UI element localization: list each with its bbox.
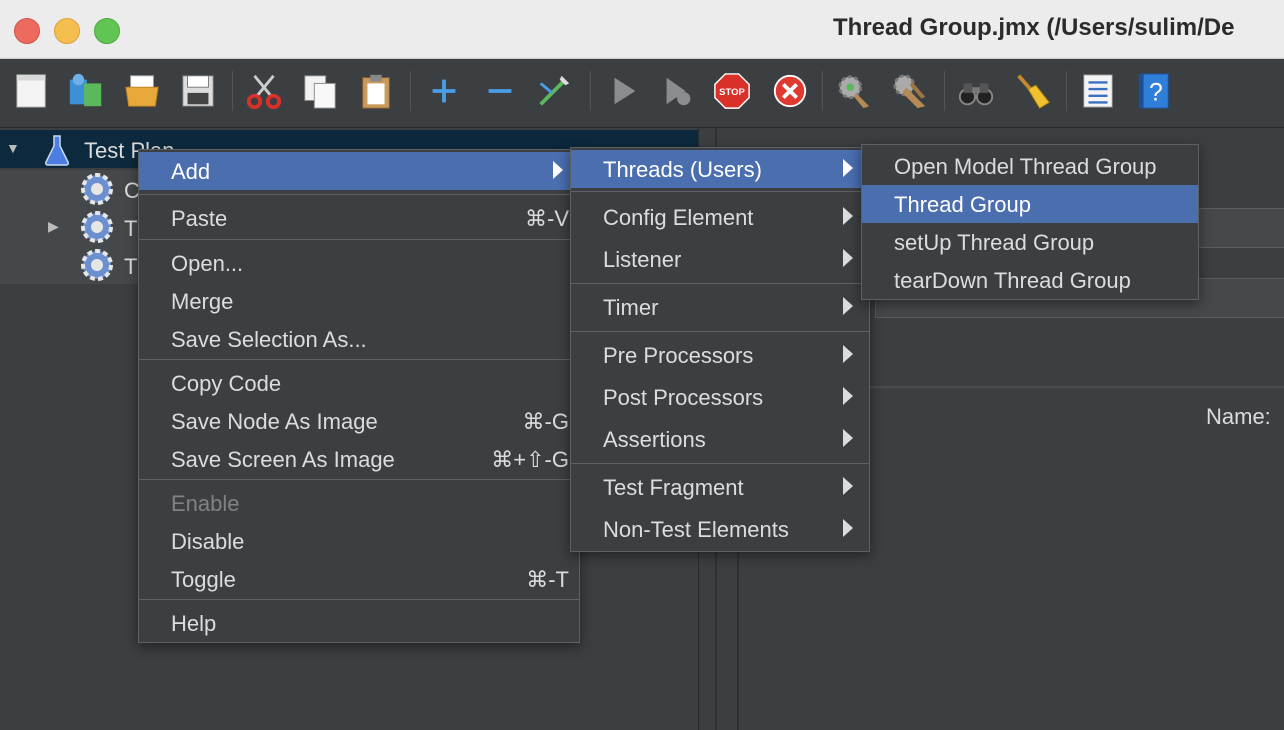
minimize-window-button[interactable] [54, 18, 80, 44]
submenu-item-threads-users[interactable]: Threads (Users) [571, 150, 869, 188]
toggle-icon[interactable] [534, 69, 574, 113]
submenu-item-config-element[interactable]: Config Element [571, 198, 869, 236]
expand-arrow-icon[interactable]: ▶ [48, 218, 59, 235]
menu-item-copy-code[interactable]: Copy Code [139, 364, 579, 402]
stop-icon[interactable]: STOP [712, 69, 752, 113]
clear-icon[interactable] [834, 69, 874, 113]
gear-icon [81, 211, 113, 243]
tree-label: T [124, 254, 138, 279]
menu-item-disable[interactable]: Disable [139, 522, 579, 560]
name-label: Name: [1206, 404, 1271, 429]
window-title-bar: Thread Group.jmx (/Users/sulim/De [0, 0, 1284, 59]
submenu-item-pre-processors[interactable]: Pre Processors [571, 336, 869, 374]
window-title: Thread Group.jmx (/Users/sulim/De [833, 14, 1235, 41]
submenu-item-listener[interactable]: Listener [571, 240, 869, 278]
start-no-pauses-icon[interactable] [658, 69, 698, 113]
collapse-all-icon[interactable] [480, 69, 520, 113]
templates-icon[interactable] [66, 69, 106, 113]
tree-label: T [124, 216, 138, 241]
menu-item-add[interactable]: Add [139, 152, 579, 190]
open-folder-icon[interactable] [122, 69, 162, 113]
start-icon[interactable] [604, 69, 644, 113]
submenu-item-setup-thread-group[interactable]: setUp Thread Group [862, 223, 1198, 261]
context-menu: Add Paste ⌘-V Open... Merge Save Selectio… [138, 149, 580, 643]
threads-submenu: Open Model Thread Group Thread Group set… [861, 144, 1199, 300]
menu-item-merge[interactable]: Merge [139, 282, 579, 320]
search-binoculars-icon[interactable] [956, 69, 996, 113]
function-helper-icon[interactable] [1078, 69, 1118, 113]
submenu-item-teardown-thread-group[interactable]: tearDown Thread Group [862, 261, 1198, 299]
test-plan-flask-icon [45, 135, 69, 166]
copy-icon[interactable] [300, 69, 340, 113]
menu-item-enable: Enable [171, 491, 240, 516]
submenu-item-open-model-thread-group[interactable]: Open Model Thread Group [862, 147, 1198, 185]
clear-all-icon[interactable] [890, 69, 930, 113]
submenu-item-test-fragment[interactable]: Test Fragment [571, 468, 869, 506]
submenu-item-post-processors[interactable]: Post Processors [571, 378, 869, 416]
submenu-item-timer[interactable]: Timer [571, 288, 869, 326]
submenu-item-non-test-elements[interactable]: Non-Test Elements [571, 510, 869, 548]
gear-icon [81, 249, 113, 281]
svg-text:?: ? [1149, 80, 1163, 107]
zoom-window-button[interactable] [94, 18, 120, 44]
menu-item-save-screen-as-image[interactable]: Save Screen As Image ⌘+⇧-G [139, 440, 579, 478]
new-document-icon[interactable] [12, 69, 52, 113]
gear-icon [81, 173, 113, 205]
menu-item-toggle[interactable]: Toggle ⌘-T [139, 560, 579, 598]
expand-all-icon[interactable] [424, 69, 464, 113]
paste-icon[interactable] [356, 69, 396, 113]
add-submenu: Threads (Users) Config Element Listener … [570, 147, 870, 552]
menu-item-save-selection-as[interactable]: Save Selection As... [139, 320, 579, 358]
collapse-arrow-icon[interactable]: ▼ [6, 140, 20, 156]
save-icon[interactable] [178, 69, 218, 113]
menu-item-open[interactable]: Open... [139, 244, 579, 282]
menu-item-save-node-as-image[interactable]: Save Node As Image ⌘-G [139, 402, 579, 440]
shutdown-icon[interactable] [770, 69, 810, 113]
toolbar: STOP ? [0, 59, 1284, 128]
submenu-item-assertions[interactable]: Assertions [571, 420, 869, 458]
cut-icon[interactable] [244, 69, 284, 113]
close-window-button[interactable] [14, 18, 40, 44]
svg-text:STOP: STOP [719, 87, 745, 98]
submenu-item-thread-group[interactable]: Thread Group [862, 185, 1198, 223]
reset-search-broom-icon[interactable] [1012, 69, 1052, 113]
help-icon[interactable]: ? [1134, 69, 1174, 113]
menu-item-paste[interactable]: Paste ⌘-V [139, 199, 579, 237]
menu-item-help[interactable]: Help [139, 604, 579, 642]
